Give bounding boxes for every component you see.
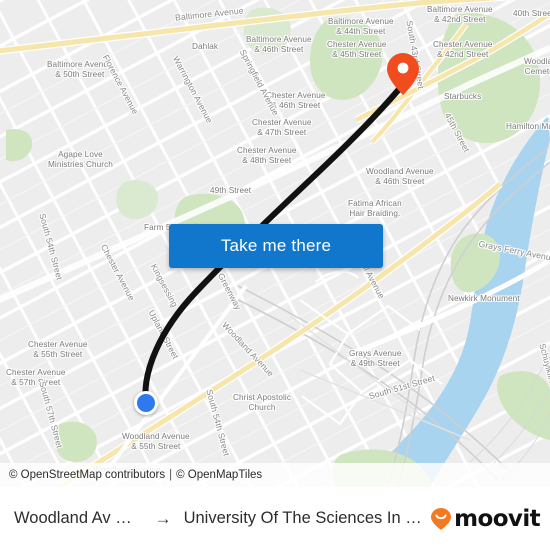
moovit-route-screenshot: Baltimore Avenue & 50th Street Dahlak Balt… <box>0 0 550 550</box>
trip-origin-label[interactable]: Woodland Av & ... <box>14 509 143 528</box>
map-attribution: © OpenStreetMap contributors | © OpenMap… <box>0 463 550 487</box>
arrow-right-icon: → <box>154 508 172 528</box>
take-me-there-button[interactable]: Take me there <box>169 224 383 268</box>
moovit-pin-icon <box>431 507 452 530</box>
origin-dot-marker[interactable] <box>134 391 158 415</box>
openmaptiles-attribution-link[interactable]: © OpenMapTiles <box>176 469 262 481</box>
trip-destination-label[interactable]: University Of The Sciences In P... <box>184 509 425 528</box>
map-canvas[interactable]: Baltimore Avenue & 50th Street Dahlak Balt… <box>0 0 550 487</box>
moovit-logo[interactable]: moovit <box>430 505 541 532</box>
trip-summary-bar: Woodland Av & ... → University Of The Sc… <box>0 487 550 550</box>
destination-pin-icon[interactable] <box>386 52 420 96</box>
trip-endpoints: Woodland Av & ... → University Of The Sc… <box>14 509 424 529</box>
attribution-separator: | <box>169 469 173 481</box>
moovit-wordmark: moovit <box>454 505 540 532</box>
osm-attribution-link[interactable]: © OpenStreetMap contributors <box>9 469 165 481</box>
